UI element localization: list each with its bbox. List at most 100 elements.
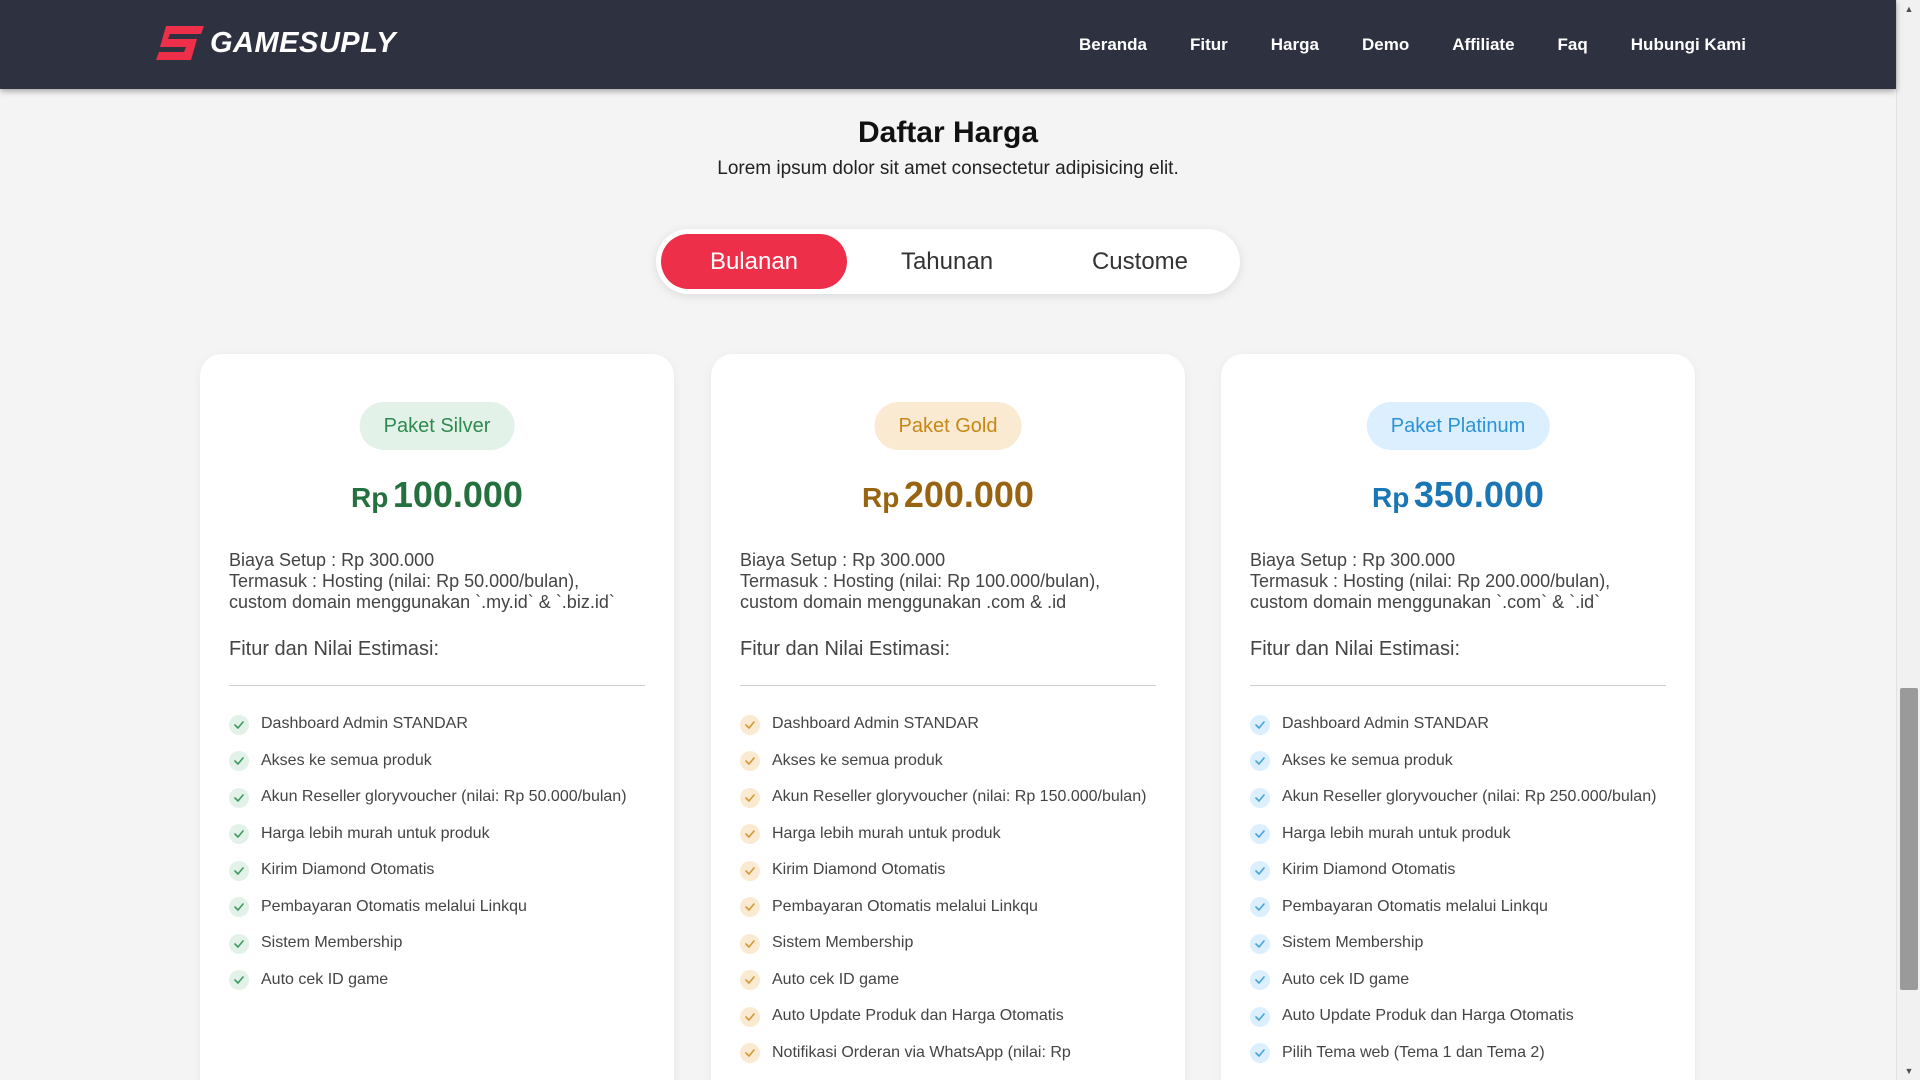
check-icon <box>740 1006 760 1027</box>
feature-text: Pembayaran Otomatis melalui Linkqu <box>261 897 527 915</box>
navbar: GAMESUPLY Beranda Fitur Harga Demo Affil… <box>0 0 1896 89</box>
divider <box>740 685 1156 686</box>
feature-item: Dashboard Admin STANDAR <box>1250 712 1666 736</box>
check-icon <box>740 787 760 808</box>
features-heading: Fitur dan Nilai Estimasi: <box>229 638 440 660</box>
feature-text: Pembayaran Otomatis melalui Linkqu <box>1282 897 1548 915</box>
feature-item: Auto Update Produk dan Harga Otomatis <box>740 1004 1156 1028</box>
check-icon <box>1250 970 1270 990</box>
nav-link-harga[interactable]: Harga <box>1271 35 1319 55</box>
setup-fee: Biaya Setup : Rp 300.000 <box>740 550 946 570</box>
feature-text: Notifikasi Orderan via WhatsApp (nilai: … <box>772 1043 1071 1061</box>
price-amount: 350.000 <box>1413 474 1544 515</box>
check-icon <box>1250 751 1270 771</box>
feature-item: Sistem Membership <box>740 931 1156 955</box>
pricing-card-gold: Paket Gold Rp 200.000 Biaya Setup : Rp 3… <box>711 354 1185 1080</box>
toggle-tahunan[interactable]: Tahunan <box>853 234 1041 289</box>
check-icon <box>229 751 249 771</box>
feature-item: Harga lebih murah untuk produk <box>1250 822 1666 846</box>
feature-text: Dashboard Admin STANDAR <box>1282 715 1489 732</box>
divider <box>229 685 645 686</box>
feature-item: Akun Reseller gloryvoucher (nilai: Rp 15… <box>740 785 1156 809</box>
check-icon <box>740 714 760 735</box>
check-icon <box>740 1043 760 1063</box>
feature-text: Kirim Diamond Otomatis <box>772 861 946 878</box>
check-icon <box>229 897 249 917</box>
feature-item: Auto cek ID game <box>1250 968 1666 992</box>
check-icon <box>740 970 760 990</box>
feature-item: Harga lebih murah untuk produk <box>740 822 1156 846</box>
nav-link-faq[interactable]: Faq <box>1558 35 1588 55</box>
feature-text: Akses ke semua produk <box>1282 751 1453 769</box>
plan-description: Biaya Setup : Rp 300.000 Termasuk : Host… <box>229 550 645 613</box>
toggle-custome[interactable]: Custome <box>1046 234 1234 289</box>
plan-description: Biaya Setup : Rp 300.000 Termasuk : Host… <box>1250 550 1666 613</box>
plan-badge: Paket Silver <box>359 402 515 450</box>
feature-item: Akun Reseller gloryvoucher (nilai: Rp 50… <box>229 785 645 809</box>
feature-item: Auto cek ID game <box>229 968 645 992</box>
feature-item: Pembayaran Otomatis melalui Linkqu <box>1250 895 1666 919</box>
check-icon <box>1250 1043 1270 1063</box>
nav-link-demo[interactable]: Demo <box>1362 35 1409 55</box>
feature-item: Kirim Diamond Otomatis <box>229 858 645 882</box>
price-amount: 100.000 <box>392 474 523 515</box>
feature-text: Auto cek ID game <box>1282 970 1410 988</box>
feature-text: Akun Reseller gloryvoucher (nilai: Rp 50… <box>261 788 627 805</box>
nav-link-hubungi-kami[interactable]: Hubungi Kami <box>1631 35 1746 55</box>
section-subtitle: Lorem ipsum dolor sit amet consectetur a… <box>717 158 1179 179</box>
feature-text: Harga lebih murah untuk produk <box>1282 824 1511 842</box>
setup-fee: Biaya Setup : Rp 300.000 <box>1250 550 1456 570</box>
feature-text: Sistem Membership <box>1282 934 1424 951</box>
feature-item: Pembayaran Otomatis melalui Linkqu <box>740 895 1156 919</box>
page-scrollbar[interactable]: ▲ ▼ <box>1896 0 1920 1080</box>
scrollbar-thumb[interactable] <box>1900 688 1918 990</box>
check-icon <box>740 751 760 771</box>
nav-link-affiliate[interactable]: Affiliate <box>1452 35 1514 55</box>
price-amount: 200.000 <box>903 474 1034 515</box>
check-icon <box>740 933 760 954</box>
setup-fee: Biaya Setup : Rp 300.000 <box>229 550 435 570</box>
plan-includes: Termasuk : Hosting (nilai: Rp 200.000/bu… <box>1250 571 1611 612</box>
nav-link-beranda[interactable]: Beranda <box>1079 35 1147 55</box>
check-icon <box>740 860 760 881</box>
feature-text: Akun Reseller gloryvoucher (nilai: Rp 15… <box>772 788 1147 805</box>
check-icon <box>229 933 249 954</box>
scroll-down-arrow-icon[interactable]: ▼ <box>1897 1062 1920 1080</box>
feature-text: Akses ke semua produk <box>261 751 432 769</box>
plan-badge: Paket Platinum <box>1366 402 1550 450</box>
feature-item: Kirim Diamond Otomatis <box>1250 858 1666 882</box>
check-icon <box>1250 787 1270 808</box>
feature-item: Akses ke semua produk <box>1250 749 1666 773</box>
feature-text: Sistem Membership <box>772 934 914 951</box>
price-currency: Rp <box>351 482 389 513</box>
feature-text: Dashboard Admin STANDAR <box>772 715 979 732</box>
feature-item: Kirim Diamond Otomatis <box>740 858 1156 882</box>
feature-text: Akun Reseller gloryvoucher (nilai: Rp 25… <box>1282 788 1657 805</box>
check-icon <box>229 787 249 808</box>
check-icon <box>229 860 249 881</box>
feature-text: Auto Update Produk dan Harga Otomatis <box>772 1007 1064 1024</box>
plan-includes: Termasuk : Hosting (nilai: Rp 100.000/bu… <box>740 571 1101 612</box>
check-icon <box>1250 860 1270 881</box>
brand-logo[interactable]: GAMESUPLY <box>156 26 396 60</box>
nav-menu: Beranda Fitur Harga Demo Affiliate Faq H… <box>1079 0 1746 89</box>
plan-includes: Termasuk : Hosting (nilai: Rp 50.000/bul… <box>229 571 615 612</box>
feature-text: Dashboard Admin STANDAR <box>261 715 468 732</box>
feature-item: Auto cek ID game <box>740 968 1156 992</box>
scroll-up-arrow-icon[interactable]: ▲ <box>1897 0 1920 18</box>
feature-text: Harga lebih murah untuk produk <box>261 824 490 842</box>
feature-text: Auto Update Produk dan Harga Otomatis <box>1282 1007 1574 1024</box>
feature-text: Auto cek ID game <box>261 970 389 988</box>
feature-text: Akses ke semua produk <box>772 751 943 769</box>
nav-link-fitur[interactable]: Fitur <box>1190 35 1228 55</box>
check-icon <box>1250 1006 1270 1027</box>
feature-item: Pilih Tema web (Tema 1 dan Tema 2) <box>1250 1041 1666 1065</box>
check-icon <box>1250 933 1270 954</box>
check-icon <box>229 970 249 990</box>
price-currency: Rp <box>862 482 900 513</box>
feature-item: Dashboard Admin STANDAR <box>740 712 1156 736</box>
feature-item: Sistem Membership <box>1250 931 1666 955</box>
toggle-bulanan[interactable]: Bulanan <box>661 234 847 289</box>
billing-period-toggle: Bulanan Tahunan Custome <box>656 229 1240 294</box>
feature-text: Kirim Diamond Otomatis <box>1282 861 1456 878</box>
